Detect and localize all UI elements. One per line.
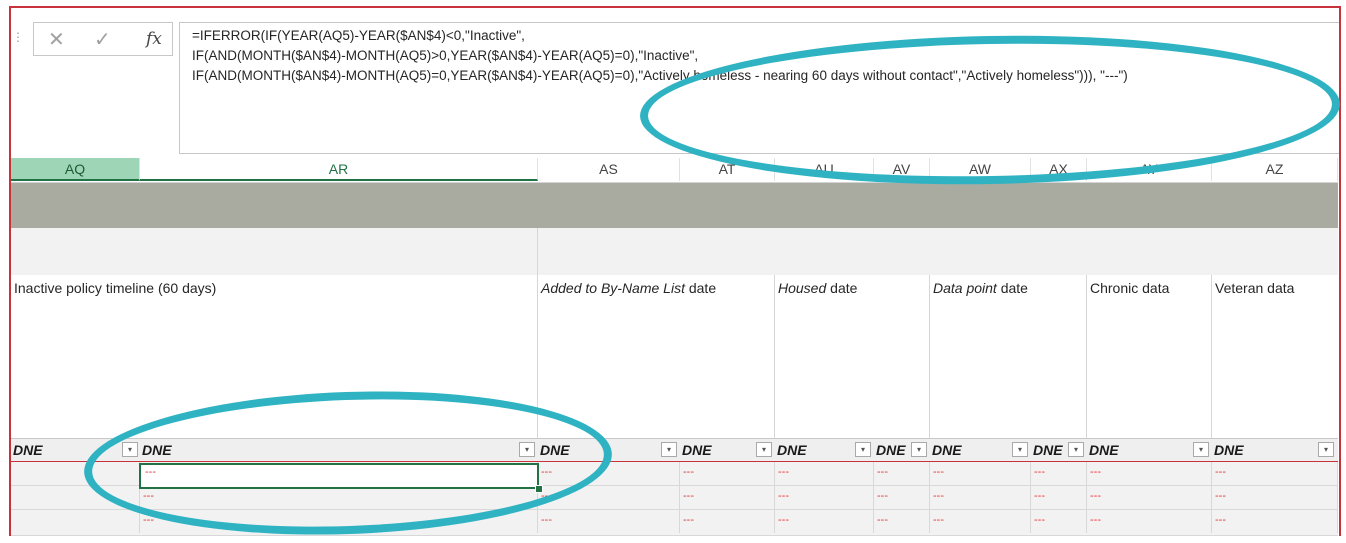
filter-dropdown-icon[interactable]: ▾	[911, 442, 927, 457]
cell-av[interactable]: ---	[874, 486, 930, 509]
filter-dropdown-icon[interactable]: ▾	[1012, 442, 1028, 457]
header-az-label: Veteran data	[1215, 280, 1295, 296]
column-header-az[interactable]: AZ	[1212, 158, 1338, 181]
header-cell-az[interactable]: Veteran data	[1212, 275, 1338, 438]
cell-aw[interactable]: ---	[930, 486, 1031, 509]
cell-as[interactable]: ---	[538, 510, 680, 533]
cell-at[interactable]: ---	[680, 462, 775, 485]
cell-az[interactable]: ---	[1212, 510, 1338, 533]
filter-dropdown-icon[interactable]: ▾	[661, 442, 677, 457]
cell-aq[interactable]	[11, 510, 140, 533]
filter-label: DNE	[777, 442, 807, 458]
cell-au[interactable]: ---	[775, 510, 874, 533]
cell-at[interactable]: ---	[680, 510, 775, 533]
cell-au[interactable]: ---	[775, 462, 874, 485]
filter-label: DNE	[1214, 442, 1244, 458]
header-aw-italic: Data point	[933, 280, 997, 296]
grip-icon[interactable]: ⋮	[12, 31, 24, 48]
filter-label: DNE	[682, 442, 712, 458]
formula-buttons: ✕ ✓ fx	[33, 22, 173, 56]
cell-au[interactable]: ---	[775, 486, 874, 509]
row-divider	[537, 228, 538, 275]
enter-icon[interactable]: ✓	[94, 27, 111, 52]
column-header-aq[interactable]: AQ	[11, 158, 140, 181]
filter-dropdown-icon[interactable]: ▾	[1318, 442, 1334, 457]
cell-ay[interactable]: ---	[1087, 462, 1212, 485]
header-aw-rest: date	[996, 280, 1028, 296]
filter-dropdown-icon[interactable]: ▾	[756, 442, 772, 457]
cell-ay[interactable]: ---	[1087, 510, 1212, 533]
cell-az[interactable]: ---	[1212, 486, 1338, 509]
filter-label: DNE	[13, 442, 43, 458]
cell-aw[interactable]: ---	[930, 462, 1031, 485]
header-as-italic: Added to By-Name List	[541, 280, 685, 296]
header-cell-ay[interactable]: Chronic data	[1087, 275, 1212, 438]
filter-label: DNE	[1033, 442, 1063, 458]
cell-ax[interactable]: ---	[1031, 510, 1087, 533]
column-header-ar[interactable]: AR	[140, 158, 538, 181]
insert-function-icon[interactable]: fx	[146, 29, 162, 49]
filter-label: DNE	[876, 442, 906, 458]
filter-cell-ax[interactable]: DNE ▾	[1031, 439, 1087, 462]
filter-label: DNE	[932, 442, 962, 458]
cell-ay[interactable]: ---	[1087, 486, 1212, 509]
filter-cell-au[interactable]: DNE ▾	[775, 439, 874, 462]
header-ay-label: Chronic data	[1090, 280, 1170, 296]
filter-label: DNE	[1089, 442, 1119, 458]
filter-cell-at[interactable]: DNE ▾	[680, 439, 775, 462]
header-au-rest: date	[826, 280, 858, 296]
banner-row	[11, 183, 1338, 228]
cell-ax[interactable]: ---	[1031, 486, 1087, 509]
filter-dropdown-icon[interactable]: ▾	[1068, 442, 1084, 457]
header-cell-au[interactable]: Housed date	[775, 275, 930, 438]
filter-cell-ay[interactable]: DNE ▾	[1087, 439, 1212, 462]
cell-av[interactable]: ---	[874, 462, 930, 485]
column-header-as[interactable]: AS	[538, 158, 680, 181]
cell-at[interactable]: ---	[680, 486, 775, 509]
filter-dropdown-icon[interactable]: ▾	[855, 442, 871, 457]
cancel-icon[interactable]: ✕	[48, 27, 65, 52]
header-ar-label: Inactive policy timeline (60 days)	[14, 280, 217, 296]
cell-ax[interactable]: ---	[1031, 462, 1087, 485]
filter-cell-az[interactable]: DNE ▾	[1212, 439, 1338, 462]
cell-av[interactable]: ---	[874, 510, 930, 533]
spacer-row	[11, 228, 1338, 276]
header-cell-aw[interactable]: Data point date	[930, 275, 1087, 438]
header-au-italic: Housed	[778, 280, 827, 296]
filter-cell-av[interactable]: DNE ▾	[874, 439, 930, 462]
filter-dropdown-icon[interactable]: ▾	[1193, 442, 1209, 457]
header-as-rest: date	[684, 280, 717, 296]
cell-az[interactable]: ---	[1212, 462, 1338, 485]
filter-cell-aw[interactable]: DNE ▾	[930, 439, 1031, 462]
cell-aw[interactable]: ---	[930, 510, 1031, 533]
header-cell-as[interactable]: Added to By-Name List date	[538, 275, 775, 438]
